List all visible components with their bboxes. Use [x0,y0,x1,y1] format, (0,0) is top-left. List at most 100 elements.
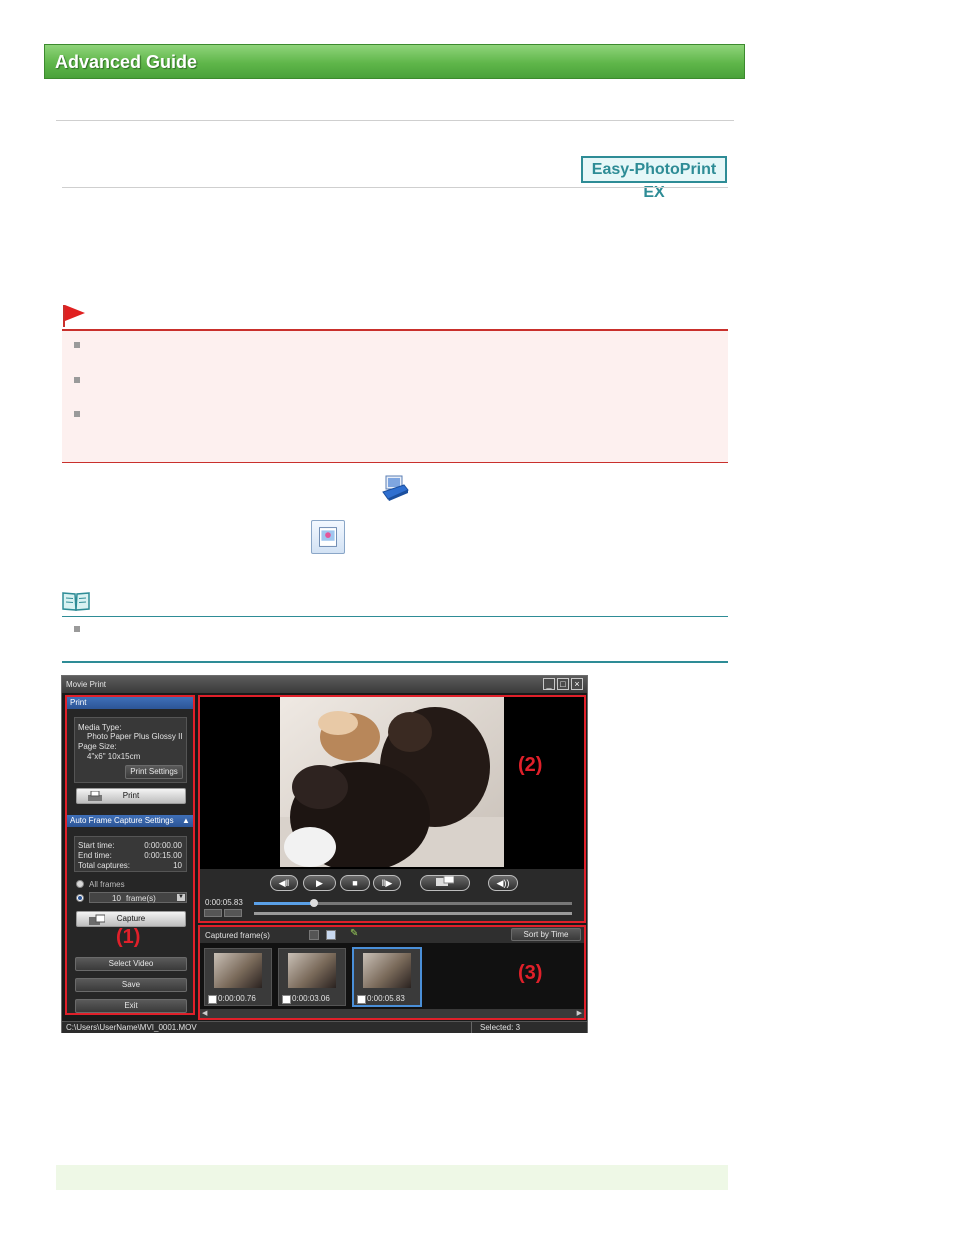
captured-frames-panel: Captured frame(s) ✎ Sort by Time 0:00:00… [198,925,586,1020]
bullet [74,342,80,348]
scroll-right-icon[interactable]: ▶ [577,1009,582,1017]
print-section-header[interactable]: Print [67,697,193,709]
divider [56,120,734,121]
thumbnail-checkbox[interactable] [282,995,291,1004]
range-slider-track[interactable] [254,912,572,915]
left-panel: Print Media Type: Photo Paper Plus Gloss… [65,695,195,1015]
video-preview-panel: (2) ◀‖ ▶ ■ ‖▶ ◀)) 0:00:05.83 [198,695,586,923]
page-size-label: Page Size: [78,742,117,751]
stop-button[interactable]: ■ [340,875,370,891]
stop-icon: ■ [352,878,358,888]
collapse-triangle-icon: ▲ [182,816,190,825]
grid-small-icon[interactable] [309,930,319,940]
seek-slider-handle[interactable] [310,899,319,907]
status-divider [471,1022,472,1033]
volume-button[interactable]: ◀)) [488,875,518,891]
header-title: Advanced Guide [55,52,198,72]
all-frames-radio[interactable] [76,880,84,888]
window-title: Movie Print [66,680,107,689]
capture-times-panel: Start time: 0:00:00.00 End time: 0:00:15… [74,836,187,872]
save-button[interactable]: Save [75,978,187,992]
bullet [74,626,80,632]
movie-print-window: Movie Print _ □ × Print Media Type: Phot… [61,675,588,1033]
exit-button[interactable]: Exit [75,999,187,1013]
seek-slider-track[interactable] [254,899,572,907]
thumbnail-time: 0:00:00.76 [218,994,256,1003]
previous-frame-icon: ◀‖ [278,878,290,888]
thumbnail-image [363,953,411,988]
bullet [74,411,80,417]
playback-controls: ◀‖ ▶ ■ ‖▶ ◀)) 0:00:05.83 [200,869,584,921]
media-type-value: Photo Paper Plus Glossy II [87,732,183,741]
total-captures-value: 10 [173,861,182,870]
play-button[interactable]: ▶ [303,875,336,891]
sort-by-time-button[interactable]: Sort by Time [511,928,581,941]
range-end-button[interactable] [224,909,242,917]
callout-2: (2) [518,754,543,776]
frames-toolbar: Captured frame(s) ✎ Sort by Time [200,927,584,943]
printer-icon [87,790,103,807]
auto-capture-section-title: Auto Frame Capture Settings [70,816,174,825]
time-readout: 0:00:05.83 [205,898,243,907]
start-time-label: Start time: [78,841,115,850]
chevron-down-icon: ▼ [177,894,185,901]
horizontal-scrollbar[interactable]: ◀ ▶ [200,1009,584,1018]
frame-thumbnail-selected[interactable]: 0:00:05.83 [352,947,422,1007]
frames-count-value: 10 [112,894,121,903]
all-frames-label: All frames [89,880,125,889]
product-badge: Easy-PhotoPrint EX [581,156,727,201]
seek-slider-fill [254,902,315,905]
print-section-title: Print [70,698,87,707]
note-divider [62,661,728,663]
note-divider [62,616,728,617]
bullet [74,377,80,383]
thumbnail-image [214,953,262,988]
callout-1: (1) [116,926,141,948]
scroll-left-icon[interactable]: ◀ [202,1009,207,1017]
next-frame-icon: ‖▶ [381,878,393,888]
important-box [62,329,728,463]
frames-count-select[interactable]: 10 frame(s) ▼ [89,892,187,903]
media-type-label: Media Type: [78,723,122,732]
print-button-label: Print [122,791,140,800]
start-time-value: 0:00:00.00 [144,841,182,850]
frame-thumbnail[interactable]: 0:00:00.76 [204,948,272,1006]
window-titlebar: Movie Print _ □ × [62,676,587,693]
range-start-button[interactable] [204,909,222,917]
thumbnail-checkbox[interactable] [208,995,217,1004]
minimize-button[interactable]: _ [543,678,555,690]
thumbnail-checkbox[interactable] [357,995,366,1004]
status-selected: Selected: 3 [480,1023,521,1032]
easy-photoprint-icon [382,475,409,501]
close-button[interactable]: × [571,678,583,690]
print-settings-panel: Media Type: Photo Paper Plus Glossy II P… [74,717,187,783]
capture-frame-button[interactable] [420,875,470,891]
divider [62,187,728,188]
movie-print-icon [311,520,345,554]
thumbnail-image [288,953,336,988]
total-captures-label: Total captures: [78,861,131,870]
previous-frame-button[interactable]: ◀‖ [270,875,298,891]
grid-large-icon[interactable] [326,930,336,940]
page-size-value: 4"x6" 10x15cm [87,752,141,761]
footer-bar [56,1165,728,1190]
capture-button[interactable]: Capture [76,911,186,927]
next-frame-button[interactable]: ‖▶ [373,875,401,891]
play-icon: ▶ [316,878,323,888]
auto-capture-section-header[interactable]: Auto Frame Capture Settings ▲ [67,815,193,827]
thumbnail-time: 0:00:03.06 [292,994,330,1003]
edit-pencil-icon[interactable]: ✎ [350,928,358,939]
select-video-button[interactable]: Select Video [75,957,187,971]
important-flag-icon [63,305,85,327]
print-settings-button[interactable]: Print Settings [125,765,183,779]
print-button[interactable]: Print [76,788,186,804]
end-time-label: End time: [78,851,112,860]
frames-count-radio[interactable] [76,894,84,902]
callout-3: (3) [518,962,543,984]
captured-frames-title: Captured frame(s) [205,931,270,940]
capture-camera-icon [89,914,106,930]
capture-button-label: Capture [116,914,146,923]
end-time-value: 0:00:15.00 [144,851,182,860]
frame-thumbnail[interactable]: 0:00:03.06 [278,948,346,1006]
maximize-button[interactable]: □ [557,678,569,690]
